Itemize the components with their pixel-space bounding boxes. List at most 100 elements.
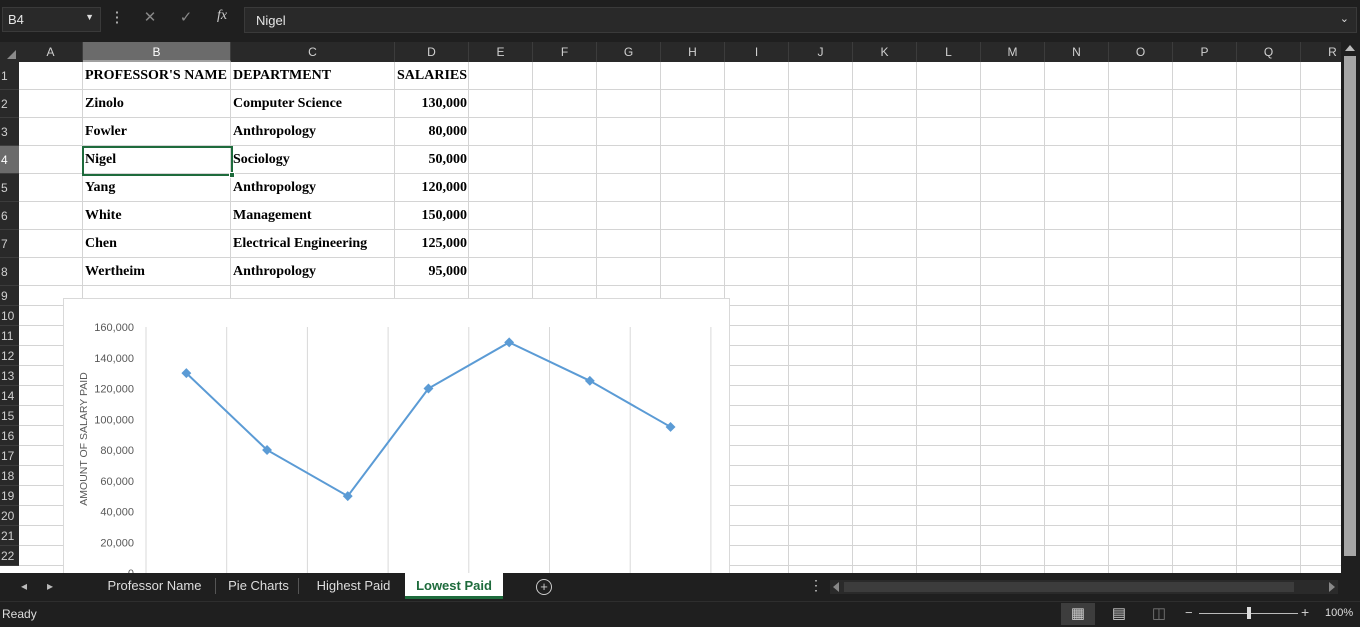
vertical-scroll-thumb[interactable] <box>1344 56 1356 556</box>
department-cell[interactable]: Anthropology <box>233 174 393 202</box>
fill-handle[interactable] <box>229 172 235 178</box>
scroll-left-icon[interactable] <box>833 582 839 592</box>
department-cell[interactable]: Anthropology <box>233 258 393 286</box>
line-chart[interactable]: 160,000 140,000 120,000 100,000 80,000 60,000… <box>63 298 730 573</box>
column-header-j[interactable]: J <box>789 42 853 62</box>
page-break-icon[interactable]: ◫ <box>1142 603 1176 625</box>
row-header-22[interactable]: 22 <box>0 546 19 566</box>
row-header-14[interactable]: 14 <box>0 386 19 406</box>
row-header-15[interactable]: 15 <box>0 406 19 426</box>
formula-input[interactable]: Nigel ⌄ <box>244 7 1357 33</box>
department-cell[interactable]: Computer Science <box>233 90 393 118</box>
column-header-g[interactable]: G <box>597 42 661 62</box>
row-header-8[interactable]: 8 <box>0 258 19 286</box>
header-cell-department[interactable]: DEPARTMENT <box>233 62 393 90</box>
column-header-l[interactable]: L <box>917 42 981 62</box>
sheet-tab-professor-name[interactable]: Professor Name <box>94 573 215 599</box>
salary-cell[interactable]: 130,000 <box>397 90 468 118</box>
column-header-q[interactable]: Q <box>1237 42 1301 62</box>
name-cell[interactable]: Fowler <box>85 118 231 146</box>
prev-sheet-icon[interactable]: ◂ <box>21 579 27 593</box>
row-header-6[interactable]: 6 <box>0 202 19 230</box>
worksheet-grid[interactable]: ABCDEFGHIJKLMNOPQR 1 2 3 4 5 6 7 8 9 10 11 12 13 14 15… <box>0 42 1341 573</box>
zoom-level[interactable]: 100% <box>1325 607 1353 619</box>
page-layout-icon[interactable]: ▤ <box>1102 603 1136 625</box>
column-header-h[interactable]: H <box>661 42 725 62</box>
insert-function-icon[interactable]: fx <box>211 8 233 24</box>
row-header-12[interactable]: 12 <box>0 346 19 366</box>
zoom-slider-thumb[interactable] <box>1247 607 1251 619</box>
header-cell-name[interactable]: PROFESSOR'S NAME <box>85 62 231 90</box>
horizontal-scroll-thumb[interactable] <box>844 582 1294 592</box>
next-sheet-icon[interactable]: ▸ <box>47 579 53 593</box>
normal-view-icon[interactable]: ▦ <box>1061 603 1095 625</box>
horizontal-scrollbar[interactable] <box>830 580 1338 594</box>
column-header-d[interactable]: D <box>395 42 469 62</box>
status-bar: Ready ▦ ▤ ◫ − + 100% <box>0 601 1360 627</box>
column-header-p[interactable]: P <box>1173 42 1237 62</box>
department-cell[interactable]: Electrical Engineering <box>233 230 393 258</box>
name-box-dropdown-icon[interactable]: ▼ <box>85 12 94 22</box>
column-header-b[interactable]: B <box>83 42 231 62</box>
row-header-21[interactable]: 21 <box>0 526 19 546</box>
row-header-20[interactable]: 20 <box>0 506 19 526</box>
department-cell[interactable]: Management <box>233 202 393 230</box>
expand-formula-bar-icon[interactable]: ⌄ <box>1340 12 1349 25</box>
series-line <box>185 341 672 498</box>
name-cell[interactable]: Chen <box>85 230 231 258</box>
department-cell[interactable]: Sociology <box>233 146 393 174</box>
enter-icon[interactable]: ✓ <box>175 8 197 26</box>
sheet-tab-highest-paid[interactable]: Highest Paid <box>304 573 403 599</box>
row-header-16[interactable]: 16 <box>0 426 19 446</box>
salary-cell[interactable]: 80,000 <box>397 118 468 146</box>
column-header-a[interactable]: A <box>19 42 83 62</box>
row-header-13[interactable]: 13 <box>0 366 19 386</box>
salary-cell[interactable]: 150,000 <box>397 202 468 230</box>
y-axis-title: AMOUNT OF SALARY PAID <box>78 372 90 506</box>
row-header-3[interactable]: 3 <box>0 118 19 146</box>
name-cell[interactable]: Zinolo <box>85 90 231 118</box>
sheet-tab-pie-charts[interactable]: Pie Charts <box>219 573 298 599</box>
header-cell-salaries[interactable]: SALARIES <box>397 62 477 90</box>
sheet-tab-lowest-paid[interactable]: Lowest Paid <box>405 573 503 599</box>
scroll-up-icon[interactable] <box>1345 45 1355 51</box>
column-header-e[interactable]: E <box>469 42 533 62</box>
row-header-18[interactable]: 18 <box>0 466 19 486</box>
column-header-k[interactable]: K <box>853 42 917 62</box>
name-box[interactable]: B4 ▼ <box>2 7 101 32</box>
salary-cell[interactable]: 95,000 <box>397 258 468 286</box>
column-header-n[interactable]: N <box>1045 42 1109 62</box>
column-header-m[interactable]: M <box>981 42 1045 62</box>
column-header-r[interactable]: R <box>1301 42 1341 62</box>
column-header-f[interactable]: F <box>533 42 597 62</box>
row-header-17[interactable]: 17 <box>0 446 19 466</box>
row-header-4[interactable]: 4 <box>0 146 19 174</box>
name-cell[interactable]: Wertheim <box>85 258 231 286</box>
salary-cell[interactable]: 125,000 <box>397 230 468 258</box>
salary-cell[interactable]: 120,000 <box>397 174 468 202</box>
name-cell[interactable]: White <box>85 202 231 230</box>
more-options-icon[interactable]: ⋮ <box>106 8 128 26</box>
row-header-2[interactable]: 2 <box>0 90 19 118</box>
row-header-5[interactable]: 5 <box>0 174 19 202</box>
name-cell[interactable]: Yang <box>85 174 231 202</box>
row-header-9[interactable]: 9 <box>0 286 19 306</box>
column-header-c[interactable]: C <box>231 42 395 62</box>
salary-cell[interactable]: 50,000 <box>397 146 468 174</box>
row-header-1[interactable]: 1 <box>0 62 19 90</box>
scroll-right-icon[interactable] <box>1329 582 1335 592</box>
row-header-19[interactable]: 19 <box>0 486 19 506</box>
column-header-o[interactable]: O <box>1109 42 1173 62</box>
zoom-out-icon[interactable]: − <box>1185 605 1193 620</box>
select-all-button[interactable] <box>0 42 19 62</box>
vertical-scrollbar[interactable] <box>1341 42 1360 573</box>
row-header-10[interactable]: 10 <box>0 306 19 326</box>
row-header-11[interactable]: 11 <box>0 326 19 346</box>
new-sheet-icon[interactable]: + <box>536 579 552 595</box>
department-cell[interactable]: Anthropology <box>233 118 393 146</box>
column-header-i[interactable]: I <box>725 42 789 62</box>
zoom-in-icon[interactable]: + <box>1301 604 1309 620</box>
row-header-7[interactable]: 7 <box>0 230 19 258</box>
tab-more-icon[interactable]: ⋮ <box>809 577 823 594</box>
cancel-icon[interactable]: ✕ <box>139 8 161 26</box>
